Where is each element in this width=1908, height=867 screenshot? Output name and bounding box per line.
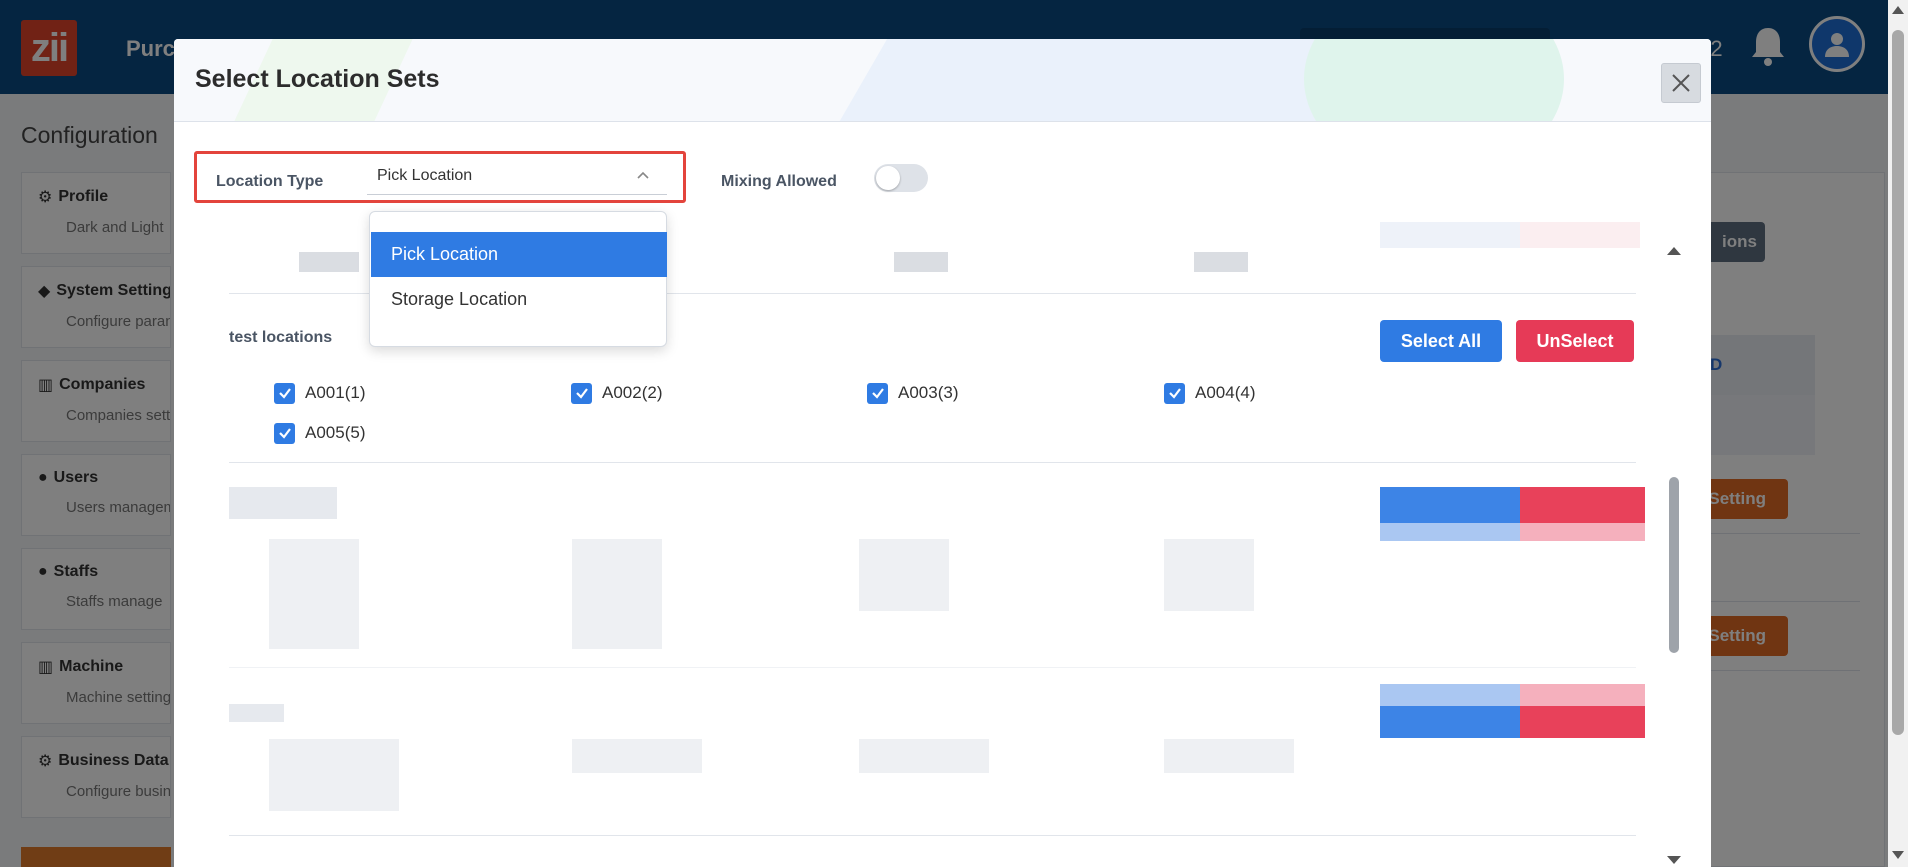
blurred-text: [229, 704, 284, 722]
dropdown-option-storage-location[interactable]: Storage Location: [371, 277, 667, 322]
header-decoration: [1304, 39, 1564, 121]
scrollbar-thumb[interactable]: [1669, 477, 1679, 653]
modal-scrollbar[interactable]: [1664, 239, 1684, 865]
blurred-checkbox: [1164, 739, 1294, 773]
location-type-dropdown: Pick Location Storage Location: [369, 211, 667, 347]
close-button[interactable]: [1661, 63, 1701, 103]
scrollbar-thumb[interactable]: [1892, 30, 1904, 735]
location-type-label: Location Type: [216, 173, 324, 190]
location-label: A004(4): [1195, 383, 1256, 402]
checkbox-checked-icon: [571, 382, 592, 404]
blurred-text: [894, 252, 948, 272]
blurred-checkbox: [859, 739, 989, 773]
blurred-checkbox: [269, 739, 399, 811]
blurred-button: [1380, 684, 1520, 706]
group-divider: [229, 835, 1636, 836]
select-all-button[interactable]: Select All: [1380, 320, 1502, 362]
modal-title: Select Location Sets: [195, 65, 440, 93]
blurred-text: [1194, 252, 1248, 272]
modal-header: Select Location Sets: [174, 39, 1711, 122]
blurred-button: [1380, 706, 1520, 738]
checkbox-checked-icon: [274, 422, 295, 444]
scroll-down-icon[interactable]: [1667, 856, 1681, 864]
dropdown-option-pick-location[interactable]: Pick Location: [371, 232, 667, 277]
select-location-sets-modal: Select Location Sets Location Type Pick …: [174, 39, 1711, 867]
location-label: A002(2): [602, 383, 663, 402]
toggle-knob: [876, 166, 900, 190]
blurred-checkbox: [1164, 539, 1254, 611]
blurred-text: [299, 252, 359, 272]
page-scrollbar[interactable]: [1888, 0, 1908, 867]
group-title: test locations: [229, 329, 333, 346]
group-divider: [229, 667, 1636, 668]
group-divider: [229, 462, 1636, 463]
blurred-checkbox: [572, 739, 702, 773]
blurred-checkbox: [859, 539, 949, 611]
blurred-text: [229, 487, 337, 519]
blurred-button: [1380, 487, 1520, 523]
location-type-select[interactable]: Pick Location: [367, 159, 667, 195]
checkbox-checked-icon: [1164, 382, 1185, 404]
blurred-button: [1520, 487, 1645, 523]
blurred-checkbox: [572, 539, 662, 649]
mixing-allowed-toggle[interactable]: [874, 164, 928, 192]
blurred-checkbox: [269, 539, 359, 649]
checkbox-checked-icon: [867, 382, 888, 404]
blurred-button: [1520, 684, 1645, 706]
location-label: A001(1): [305, 383, 366, 402]
location-checkbox[interactable]: A005(5): [274, 422, 365, 444]
scroll-up-icon[interactable]: [1667, 247, 1681, 255]
scroll-up-icon[interactable]: [1892, 6, 1904, 14]
blurred-button: [1520, 523, 1645, 541]
location-checkbox[interactable]: A003(3): [867, 382, 958, 404]
blurred-button: [1520, 706, 1645, 738]
scroll-down-icon[interactable]: [1892, 851, 1904, 859]
close-icon: [1672, 74, 1690, 92]
unselect-button[interactable]: UnSelect: [1516, 320, 1634, 362]
location-checkbox[interactable]: A002(2): [571, 382, 662, 404]
checkbox-checked-icon: [274, 382, 295, 404]
blurred-button: [1380, 222, 1520, 248]
blurred-button: [1520, 222, 1640, 248]
location-label: A003(3): [898, 383, 959, 402]
mixing-allowed-label: Mixing Allowed: [721, 173, 837, 190]
location-checkbox[interactable]: A001(1): [274, 382, 365, 404]
location-label: A005(5): [305, 423, 366, 442]
location-checkbox[interactable]: A004(4): [1164, 382, 1255, 404]
blurred-button: [1380, 523, 1520, 541]
location-type-value: Pick Location: [377, 167, 473, 184]
chevron-up-icon: [637, 171, 649, 179]
